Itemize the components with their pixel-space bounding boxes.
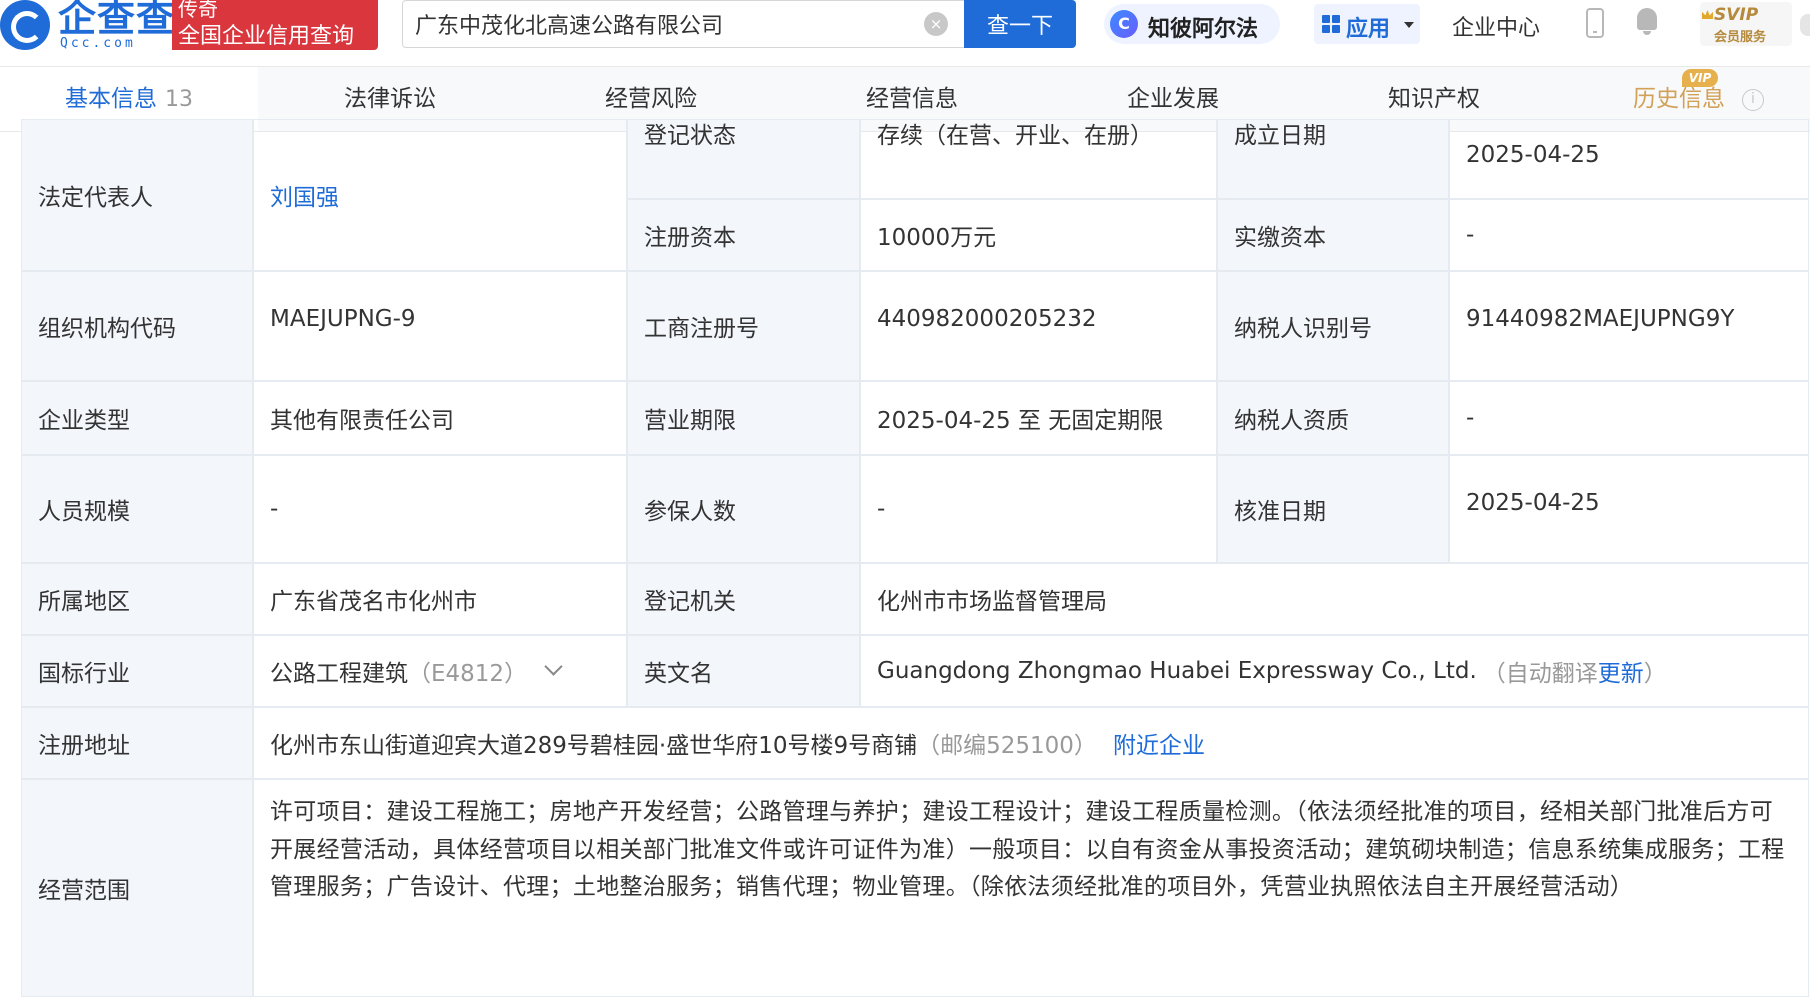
enterprise-center-link[interactable]: 企业中心 [1452, 10, 1540, 42]
address-label: 注册地址 [21, 707, 253, 779]
logo-name[interactable]: 企查查 [58, 0, 175, 37]
approve-date-value: 2025-04-25 [1449, 455, 1809, 563]
translate-update-link[interactable]: 更新 [1598, 654, 1644, 688]
insured-value: - [860, 455, 1217, 563]
reg-authority-value: 化州市市场监督管理局 [860, 563, 1809, 635]
promo-line-2: 全国企业信用查询 [178, 24, 355, 49]
paid-capital-label: 实缴资本 [1217, 199, 1449, 271]
tab-count-badge: 13 [165, 87, 193, 112]
found-date-label: 成立日期 [1217, 119, 1449, 199]
legal-rep-link[interactable]: 刘国强 [270, 178, 339, 212]
region-value: 广东省茂名市化州市 [253, 563, 627, 635]
clear-search-icon[interactable]: × [924, 12, 948, 36]
reg-capital-value: 10000万元 [860, 199, 1217, 271]
reg-status-value: 存续（在营、开业、在册） [860, 119, 1217, 199]
notification-bell-icon[interactable] [1634, 8, 1660, 36]
industry-cell: 公路工程建筑 （E4812） [253, 635, 627, 707]
address-cell: 化州市东山街道迎宾大道289号碧桂园·盛世华府10号楼9号商铺 （邮编525100… [253, 707, 1809, 779]
side-edge-tab[interactable] [1800, 14, 1810, 36]
region-label: 所属地区 [21, 563, 253, 635]
nearby-companies-link[interactable]: 附近企业 [1113, 726, 1205, 760]
svip-sublabel: 会员服务 [1714, 30, 1767, 45]
industry-code: （E4812） [408, 661, 528, 687]
org-code-label: 组织机构代码 [21, 271, 253, 381]
english-name-value: Guangdong Zhongmao Huabei Expressway Co.… [877, 658, 1477, 684]
auto-translate-suffix: ） [1643, 661, 1667, 687]
auto-translate-prefix: （自动翻译 [1482, 661, 1598, 687]
svip-member-button[interactable]: SVIP 会员服务 [1700, 2, 1792, 46]
staff-size-value: - [253, 455, 627, 563]
caret-down-icon [1404, 22, 1414, 28]
logo-subtitle: Qcc.com [60, 36, 136, 51]
zhibi-alpha-button[interactable]: C 知彼阿尔法 [1104, 4, 1280, 44]
reg-authority-label: 登记机关 [627, 563, 860, 635]
biz-term-value: 2025-04-25 至 无固定期限 [860, 381, 1217, 455]
vip-badge: VIP [1682, 69, 1718, 87]
search-button[interactable]: 查一下 [964, 0, 1076, 48]
promo-line-1: 传奇 [178, 0, 218, 21]
biz-reg-no-label: 工商注册号 [627, 271, 860, 381]
apps-label: 应用 [1346, 17, 1391, 42]
reg-capital-label: 注册资本 [627, 199, 860, 271]
taxpayer-qual-value: - [1449, 381, 1809, 455]
scope-value: 许可项目：建设工程施工；房地产开发经营；公路管理与养护；建设工程设计；建设工程质… [253, 779, 1809, 997]
legal-rep-label: 法定代表人 [21, 119, 253, 271]
taxpayer-id-label: 纳税人识别号 [1217, 271, 1449, 381]
reg-status-label: 登记状态 [627, 119, 860, 199]
company-type-value: 其他有限责任公司 [253, 381, 627, 455]
crown-icon [1702, 10, 1713, 19]
zhibi-label: 知彼阿尔法 [1148, 17, 1259, 42]
search-box [402, 0, 964, 48]
svip-label: SVIP [1714, 5, 1759, 25]
biz-reg-no-value: 440982000205232 [860, 271, 1217, 381]
chevron-down-icon[interactable] [544, 656, 563, 676]
apps-grid-icon [1322, 15, 1340, 33]
qcc-logo-icon[interactable] [0, 0, 50, 50]
english-name-label: 英文名 [627, 635, 860, 707]
company-type-label: 企业类型 [21, 381, 253, 455]
info-icon[interactable]: i [1742, 89, 1764, 111]
org-code-value: MAEJUPNG-9 [253, 271, 627, 381]
legal-rep-cell: 刘国强 [253, 119, 627, 271]
found-date-value: 2025-04-25 [1449, 119, 1809, 199]
tab-label: 基本信息 [65, 86, 157, 112]
insured-label: 参保人数 [627, 455, 860, 563]
apps-menu-button[interactable]: 应用 [1314, 4, 1420, 44]
paid-capital-value: - [1449, 199, 1809, 271]
zhibi-logo-icon: C [1110, 10, 1138, 38]
address-value: 化州市东山街道迎宾大道289号碧桂园·盛世华府10号楼9号商铺 [270, 733, 918, 759]
taxpayer-qual-label: 纳税人资质 [1217, 381, 1449, 455]
biz-term-label: 营业期限 [627, 381, 860, 455]
approve-date-label: 核准日期 [1217, 455, 1449, 563]
english-name-cell: Guangdong Zhongmao Huabei Expressway Co.… [860, 635, 1809, 707]
mobile-phone-icon[interactable] [1586, 8, 1604, 38]
info-grid-visual: 法定代表人 刘国强 登记状态 存续（在营、开业、在册） 成立日期 2025-04… [21, 119, 1810, 998]
search-input[interactable] [415, 7, 915, 41]
top-header: 企查查 Qcc.com 传奇 全国企业信用查询 × 查一下 C 知彼阿尔法 应用… [0, 0, 1810, 66]
postcode: （邮编525100） [917, 733, 1097, 759]
promo-banner[interactable]: 传奇 全国企业信用查询 [172, 0, 378, 50]
taxpayer-id-value: 91440982MAEJUPNG9Y [1449, 271, 1809, 381]
staff-size-label: 人员规模 [21, 455, 253, 563]
industry-value: 公路工程建筑 [270, 661, 408, 687]
industry-label: 国标行业 [21, 635, 253, 707]
scope-label: 经营范围 [21, 779, 253, 997]
